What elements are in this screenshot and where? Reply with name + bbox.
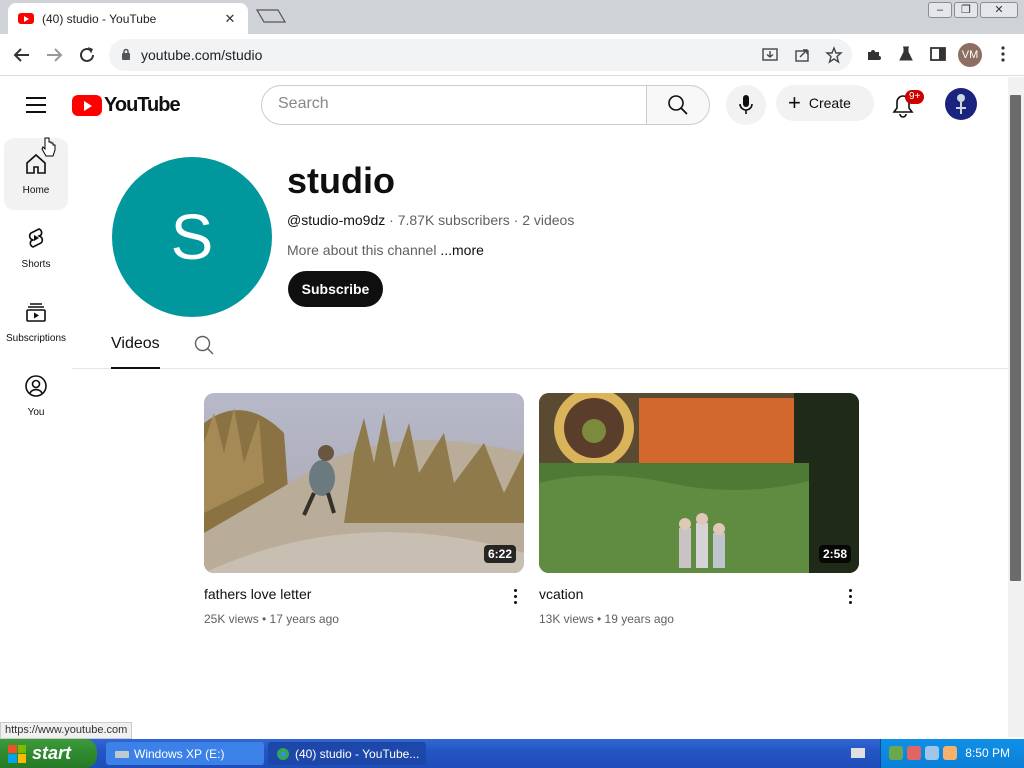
channel-more-link[interactable]: ...more bbox=[440, 242, 484, 258]
video-menu-icon[interactable] bbox=[514, 589, 520, 607]
browser-toolbar: youtube.com/studio VM bbox=[0, 34, 1024, 76]
video-thumbnail-image bbox=[539, 393, 859, 573]
drive-icon bbox=[115, 750, 129, 758]
start-label: start bbox=[32, 743, 72, 763]
video-thumbnail[interactable]: 2:58 bbox=[539, 393, 859, 573]
reload-icon[interactable] bbox=[76, 44, 98, 66]
guide-label-subscriptions: Subscriptions bbox=[5, 333, 67, 344]
you-icon bbox=[25, 375, 47, 397]
channel-handle: @studio-mo9dz bbox=[287, 212, 386, 228]
url-text: youtube.com/studio bbox=[141, 47, 263, 63]
youtube-play-icon bbox=[72, 95, 102, 116]
tab-close-icon[interactable]: ✕ bbox=[222, 11, 238, 27]
windows-flag-icon bbox=[8, 744, 26, 763]
hand-cursor-icon bbox=[41, 137, 56, 157]
channel-search-icon[interactable] bbox=[194, 335, 214, 355]
youtube-logo-text: YouTube bbox=[104, 94, 181, 116]
new-tab-icon[interactable] bbox=[256, 9, 286, 23]
video-title[interactable]: fathers love letter bbox=[204, 586, 311, 602]
channel-about-text: More about this channel bbox=[287, 242, 441, 258]
channel-tabs: Videos bbox=[72, 326, 1008, 369]
minimize-icon[interactable]: – bbox=[928, 2, 952, 18]
address-bar[interactable]: youtube.com/studio bbox=[109, 39, 852, 71]
video-meta: 25K views • 17 years ago bbox=[204, 612, 339, 626]
video-duration: 2:58 bbox=[818, 545, 851, 563]
browser-tab-strip: (40) studio - YouTube ✕ – ❐ ✕ bbox=[0, 0, 1024, 34]
tab-title: (40) studio - YouTube bbox=[42, 11, 157, 26]
video-duration: 6:22 bbox=[483, 545, 516, 563]
create-button[interactable]: + Create bbox=[776, 85, 874, 121]
account-figure-icon bbox=[956, 94, 966, 114]
shorts-icon bbox=[28, 228, 44, 248]
channel-avatar[interactable]: S bbox=[112, 157, 272, 317]
guide-label-you: You bbox=[27, 407, 45, 418]
taskbar-button-chrome-label: (40) studio - YouTube... bbox=[295, 746, 420, 761]
youtube-favicon-icon bbox=[18, 13, 34, 24]
close-window-icon[interactable]: ✕ bbox=[980, 2, 1018, 18]
back-icon[interactable] bbox=[11, 44, 33, 66]
youtube-masthead: YouTube Search + Create 9+ bbox=[0, 77, 1008, 133]
guide-label-home: Home bbox=[22, 185, 50, 196]
video-card[interactable]: 6:22 fathers love letter 25K views • 17 … bbox=[204, 393, 524, 626]
taskbar-button-explorer[interactable]: Windows XP (E:) bbox=[106, 742, 264, 765]
create-label: Create bbox=[808, 95, 851, 111]
video-meta: 13K views • 19 years ago bbox=[539, 612, 674, 626]
guide-menu-icon[interactable] bbox=[26, 97, 46, 113]
channel-name: studio bbox=[287, 160, 395, 201]
system-tray: 8:50 PM bbox=[880, 739, 1024, 768]
start-button[interactable]: start bbox=[0, 739, 97, 768]
chrome-logo-icon bbox=[277, 747, 289, 760]
tab-videos[interactable]: Videos bbox=[111, 335, 160, 369]
youtube-logo[interactable]: YouTube bbox=[72, 94, 181, 117]
chrome-menu-icon[interactable] bbox=[994, 45, 1012, 63]
search-button[interactable] bbox=[646, 85, 710, 125]
guide-label-shorts: Shorts bbox=[21, 259, 51, 270]
account-avatar[interactable] bbox=[945, 88, 977, 120]
bookmark-star-icon[interactable] bbox=[825, 46, 843, 64]
page-scrollbar-thumb[interactable] bbox=[1010, 95, 1021, 581]
share-icon[interactable] bbox=[793, 46, 811, 64]
guide-item-shorts[interactable]: Shorts bbox=[4, 212, 68, 284]
video-card[interactable]: 2:58 vcation 13K views • 19 years ago bbox=[539, 393, 859, 626]
install-app-icon[interactable] bbox=[761, 46, 779, 64]
video-thumbnail[interactable]: 6:22 bbox=[204, 393, 524, 573]
voice-search-button[interactable] bbox=[726, 85, 766, 125]
taskbar-button-explorer-label: Windows XP (E:) bbox=[134, 746, 225, 761]
taskbar-button-chrome[interactable]: (40) studio - YouTube... bbox=[268, 742, 426, 765]
windows-taskbar: start Windows XP (E:) (40) studio - YouT… bbox=[0, 739, 1024, 768]
search-icon bbox=[668, 95, 688, 115]
search-input[interactable]: Search bbox=[261, 85, 647, 125]
video-title[interactable]: vcation bbox=[539, 586, 583, 602]
guide-item-subscriptions[interactable]: Subscriptions bbox=[4, 286, 68, 358]
channel-about[interactable]: More about this channel ...more bbox=[287, 242, 484, 258]
tray-icon-network[interactable] bbox=[889, 746, 903, 760]
forward-icon[interactable] bbox=[43, 44, 65, 66]
tray-icon-sound[interactable] bbox=[925, 746, 939, 760]
keyboard-icon[interactable] bbox=[850, 747, 866, 759]
profile-avatar[interactable]: VM bbox=[958, 43, 982, 67]
restore-icon[interactable]: ❐ bbox=[954, 2, 978, 18]
tray-clock: 8:50 PM bbox=[965, 746, 1010, 760]
side-panel-icon[interactable] bbox=[929, 45, 947, 63]
channel-stats: · 7.87K subscribers · 2 videos bbox=[385, 212, 575, 228]
microphone-icon bbox=[739, 95, 753, 114]
lab-flask-icon[interactable] bbox=[897, 45, 915, 63]
lock-icon bbox=[122, 48, 130, 60]
subscribe-button[interactable]: Subscribe bbox=[288, 271, 383, 307]
plus-icon: + bbox=[788, 90, 801, 115]
notification-badge: 9+ bbox=[905, 90, 925, 104]
extensions-puzzle-icon[interactable] bbox=[865, 45, 883, 63]
video-thumbnail-image bbox=[204, 393, 524, 573]
status-bar-url: https://www.youtube.com bbox=[0, 722, 133, 739]
subscriptions-icon bbox=[26, 303, 46, 322]
tray-icon-search[interactable] bbox=[943, 746, 957, 760]
video-menu-icon[interactable] bbox=[849, 589, 855, 607]
channel-meta: @studio-mo9dz · 7.87K subscribers · 2 vi… bbox=[287, 212, 574, 228]
tray-icon-shield[interactable] bbox=[907, 746, 921, 760]
browser-tab-youtube[interactable]: (40) studio - YouTube ✕ bbox=[8, 3, 248, 34]
guide-item-home[interactable]: Home bbox=[4, 138, 68, 210]
guide-item-you[interactable]: You bbox=[4, 360, 68, 432]
